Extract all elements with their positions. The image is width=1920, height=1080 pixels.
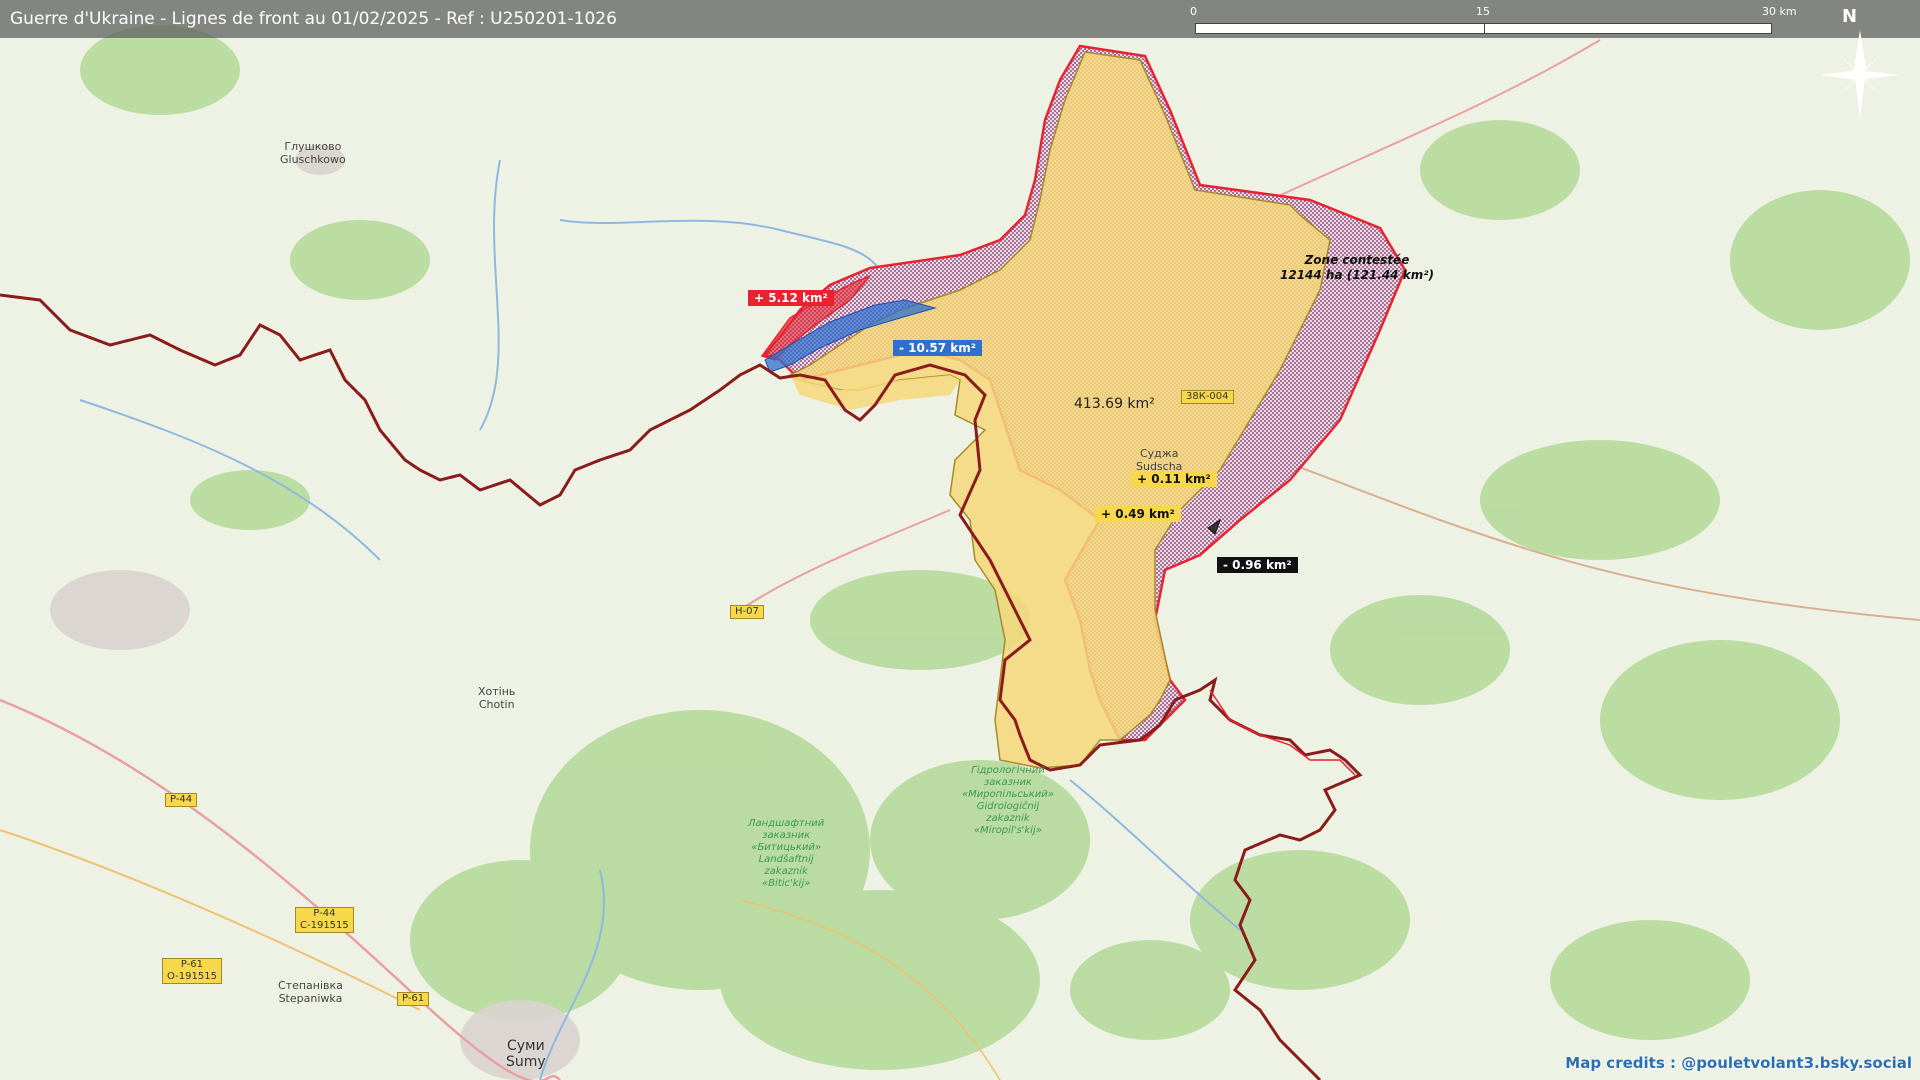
gain-red-label: + 5.12 km²	[748, 290, 834, 306]
title-bar: Guerre d'Ukraine - Lignes de front au 01…	[0, 0, 1920, 38]
reserve-bytytskyi-line3: «Битицький»	[751, 842, 822, 853]
place-sudzha-cyrillic: Суджа	[1139, 447, 1179, 460]
place-glushkovo-cyrillic: Глушково	[284, 140, 342, 153]
road-shield-p44: P-44	[165, 793, 198, 807]
reserve-bytytskyi-line4: Landšaftnij	[758, 854, 814, 865]
road-shield-p61: P-61	[397, 992, 430, 1006]
place-sumy-latin: Sumy	[506, 1054, 546, 1070]
reserve-bytytskyi: Ландшафтний заказник «Битицький» Landšaf…	[748, 818, 824, 890]
place-sumy-cyrillic: Суми	[506, 1038, 545, 1054]
place-sumy: Суми Sumy	[506, 1038, 546, 1070]
north-label: N	[1842, 6, 1858, 27]
map-credits: Map credits : @pouletvolant3.bsky.social	[1565, 1054, 1912, 1072]
road-shield-p44-line2: C-191515	[300, 920, 349, 931]
scale-tick-15: 15	[1476, 5, 1490, 18]
reserve-miropilskyi-line1: Гідрологічний	[971, 765, 1045, 776]
road-shield-p44-line1: P-44	[313, 908, 336, 919]
reserve-miropilskyi-line2: заказник	[983, 777, 1032, 788]
scale-tick-0: 0	[1190, 5, 1197, 18]
loss-blue-label: - 10.57 km²	[893, 340, 983, 356]
reserve-miropilskyi-line6: «Miropil's'kij»	[974, 825, 1042, 836]
scale-bar	[1195, 23, 1772, 34]
place-sudzha-latin: Sudscha	[1136, 460, 1183, 473]
road-shield-38k004: 38К-004	[1181, 390, 1234, 404]
reserve-miropilskyi-line3: «Миропільський»	[962, 789, 1054, 800]
loss-black-label: - 0.96 km²	[1217, 557, 1298, 573]
gain-yellow-label-1: + 0.11 km²	[1131, 471, 1217, 487]
place-glushkovo-latin: Gluschkowo	[280, 153, 346, 166]
road-shield-p61-line1: P-61	[180, 959, 204, 970]
reserve-miropilskyi-line5: zakaznik	[986, 813, 1030, 824]
contested-zone-title: Zone contestée	[1304, 253, 1410, 267]
gain-yellow-label-2: + 0.49 km²	[1095, 506, 1181, 522]
place-khotin: Хотінь Chotin	[478, 685, 515, 711]
contested-zone-label: Zone contestée 12144 ha (121.44 km²)	[1280, 253, 1434, 283]
place-khotin-cyrillic: Хотінь	[478, 685, 516, 698]
occupied-area-label: 413.69 km²	[1074, 396, 1155, 412]
place-glushkovo: Глушково Gluschkowo	[280, 140, 346, 166]
scale-tick-30: 30 km	[1762, 5, 1797, 18]
scale-bar-divider	[1484, 24, 1485, 33]
place-sudzha: Суджа Sudscha	[1136, 447, 1182, 473]
road-shield-p61-line2: O-191515	[167, 971, 217, 982]
place-khotin-latin: Chotin	[478, 698, 515, 711]
reserve-miropilskyi-line4: Gidrologičnij	[976, 801, 1040, 812]
road-shield-p61-o191515: P-61 O-191515	[162, 958, 222, 984]
compass-rose-icon	[1820, 30, 1900, 120]
reserve-bytytskyi-line5: zakaznik	[764, 866, 808, 877]
road-shield-h07: H-07	[730, 605, 764, 619]
reserve-bytytskyi-line6: «Bitic'kij»	[762, 878, 811, 889]
place-stepanivka: Степанівка Stepaniwka	[278, 979, 343, 1005]
map-title: Guerre d'Ukraine - Lignes de front au 01…	[10, 9, 617, 29]
reserve-miropilskyi: Гідрологічний заказник «Миропільський» G…	[962, 765, 1054, 837]
place-stepanivka-cyrillic: Степанівка	[278, 979, 343, 992]
reserve-bytytskyi-line2: заказник	[762, 830, 811, 841]
contested-zone-area: 12144 ha (121.44 km²)	[1280, 268, 1434, 282]
reserve-bytytskyi-line1: Ландшафтний	[748, 818, 825, 829]
road-shield-p44-c191515: P-44 C-191515	[295, 907, 354, 933]
place-stepanivka-latin: Stepaniwka	[278, 992, 343, 1005]
